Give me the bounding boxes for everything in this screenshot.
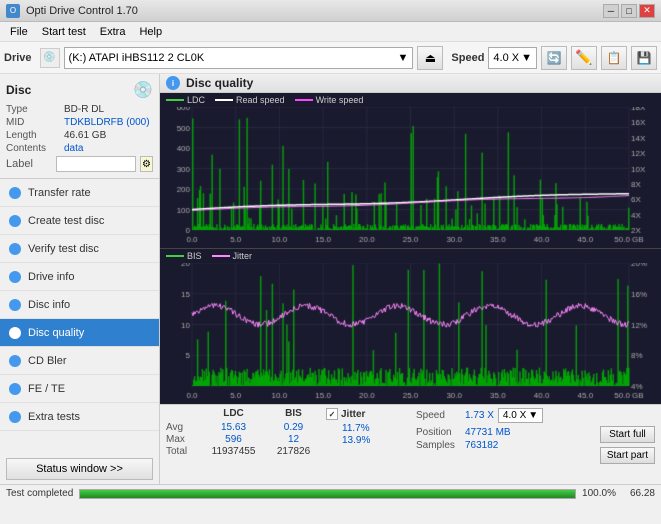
close-button[interactable]: ✕: [639, 4, 655, 18]
fe-te-icon: [8, 382, 22, 396]
progress-right-value: 66.28: [630, 488, 655, 499]
ldc-col-header: LDC: [201, 408, 266, 419]
drive-label: Drive: [4, 52, 32, 64]
type-value: BD-R DL: [64, 104, 104, 115]
toolbar: Drive 💿 (K:) ATAPI iHBS112 2 CL0K ▼ ⏏ Sp…: [0, 42, 661, 74]
disc-quality-icon: [8, 326, 22, 340]
samples-value: 763182: [465, 440, 498, 451]
maximize-button[interactable]: □: [621, 4, 637, 18]
menu-help[interactable]: Help: [133, 24, 168, 40]
label-input[interactable]: [56, 156, 136, 172]
mid-value: TDKBLDRFB (000): [64, 117, 150, 128]
progress-area: Test completed 100.0% 66.28: [0, 484, 661, 502]
save-button[interactable]: 💾: [631, 46, 657, 70]
label-key: Label: [6, 158, 52, 170]
type-key: Type: [6, 104, 64, 115]
disc-quality-header-icon: i: [166, 76, 180, 90]
start-part-button[interactable]: Start part: [600, 447, 655, 464]
title-controls: ─ □ ✕: [603, 4, 655, 18]
avg-row-label: Avg: [166, 422, 201, 433]
write-speed-legend: Write speed: [295, 95, 364, 105]
verify-test-disc-icon: [8, 242, 22, 256]
title-bar: O Opti Drive Control 1.70 ─ □ ✕: [0, 0, 661, 22]
menu-start-test[interactable]: Start test: [36, 24, 92, 40]
position-value: 47731 MB: [465, 427, 511, 438]
jitter-col-header: Jitter: [341, 409, 365, 420]
extra-tests-icon: [8, 410, 22, 424]
bis-total: 217826: [266, 446, 321, 457]
content-area: i Disc quality LDC Read speed: [160, 74, 661, 484]
app-icon: O: [6, 4, 20, 18]
speed-select[interactable]: 4.0 X ▼: [488, 47, 537, 69]
sidebar-item-create-test-disc[interactable]: Create test disc: [0, 207, 159, 235]
label-edit-button[interactable]: ⚙: [140, 156, 153, 172]
ldc-max: 596: [201, 434, 266, 445]
sidebar-item-extra-tests[interactable]: Extra tests: [0, 403, 159, 431]
read-speed-legend: Read speed: [215, 95, 285, 105]
bis-avg: 0.29: [266, 422, 321, 433]
jitter-legend: Jitter: [212, 251, 253, 261]
contents-value: data: [64, 143, 83, 154]
sidebar-item-disc-quality[interactable]: Disc quality: [0, 319, 159, 347]
minimize-button[interactable]: ─: [603, 4, 619, 18]
sidebar-item-disc-info[interactable]: Disc info: [0, 291, 159, 319]
ldc-avg: 15.63: [201, 422, 266, 433]
drive-icon: 💿: [40, 48, 60, 68]
disc-quality-header: i Disc quality: [160, 74, 661, 93]
bis-max: 12: [266, 434, 321, 445]
contents-key: Contents: [6, 143, 64, 154]
window-title: Opti Drive Control 1.70: [26, 5, 138, 17]
progress-percent: 100.0%: [582, 488, 616, 499]
disc-title: Disc: [6, 83, 31, 97]
speed-stat-value: 1.73 X: [465, 410, 494, 421]
cd-bler-icon: [8, 354, 22, 368]
sidebar-item-cd-bler[interactable]: CD Bler: [0, 347, 159, 375]
menu-bar: File Start test Extra Help: [0, 22, 661, 42]
sidebar-item-verify-test-disc[interactable]: Verify test disc: [0, 235, 159, 263]
jitter-checkbox[interactable]: ✓: [326, 408, 338, 420]
samples-label: Samples: [416, 440, 461, 451]
sidebar-item-transfer-rate[interactable]: Transfer rate: [0, 179, 159, 207]
total-row-label: Total: [166, 446, 201, 457]
length-value: 46.61 GB: [64, 130, 106, 141]
bis-col-header: BIS: [266, 408, 321, 419]
disc-panel: Disc 💿 Type BD-R DL MID TDKBLDRFB (000) …: [0, 74, 159, 179]
copy-button[interactable]: 📋: [601, 46, 627, 70]
speed-stat-label: Speed: [416, 410, 461, 421]
start-full-button[interactable]: Start full: [600, 426, 655, 443]
edit-button[interactable]: ✏️: [571, 46, 597, 70]
sidebar-item-drive-info[interactable]: Drive info: [0, 263, 159, 291]
speed-dropdown[interactable]: 4.0 X ▼: [498, 408, 543, 423]
disc-info-icon: [8, 298, 22, 312]
jitter-max: 13.9%: [326, 435, 416, 446]
length-key: Length: [6, 130, 64, 141]
refresh-button[interactable]: 🔄: [541, 46, 567, 70]
jitter-avg: 11.7%: [326, 423, 416, 434]
disc-quality-title: Disc quality: [186, 76, 253, 90]
progress-bar-container: [79, 489, 576, 499]
create-test-disc-icon: [8, 214, 22, 228]
bottom-stats-area: LDC BIS Avg 15.63 0.29 Max 596 12 Total …: [160, 404, 661, 484]
menu-extra[interactable]: Extra: [94, 24, 132, 40]
bis-legend: BIS: [166, 251, 202, 261]
sidebar: Disc 💿 Type BD-R DL MID TDKBLDRFB (000) …: [0, 74, 160, 484]
sidebar-item-fe-te[interactable]: FE / TE: [0, 375, 159, 403]
eject-button[interactable]: ⏏: [417, 46, 443, 70]
ldc-total: 11937455: [201, 446, 266, 457]
max-row-label: Max: [166, 434, 201, 445]
speed-label: Speed: [451, 52, 484, 64]
ldc-chart: [160, 93, 659, 248]
position-label: Position: [416, 427, 461, 438]
transfer-rate-icon: [8, 186, 22, 200]
ldc-legend: LDC: [166, 95, 205, 105]
menu-file[interactable]: File: [4, 24, 34, 40]
status-window-button[interactable]: Status window >>: [6, 458, 153, 480]
drive-select[interactable]: (K:) ATAPI iHBS112 2 CL0K ▼: [64, 47, 414, 69]
progress-bar-fill: [80, 490, 575, 498]
test-status: Test completed: [6, 488, 73, 499]
disc-image-icon: 💿: [133, 80, 153, 100]
drive-info-icon: [8, 270, 22, 284]
mid-key: MID: [6, 117, 64, 128]
bis-jitter-chart: [160, 249, 659, 404]
